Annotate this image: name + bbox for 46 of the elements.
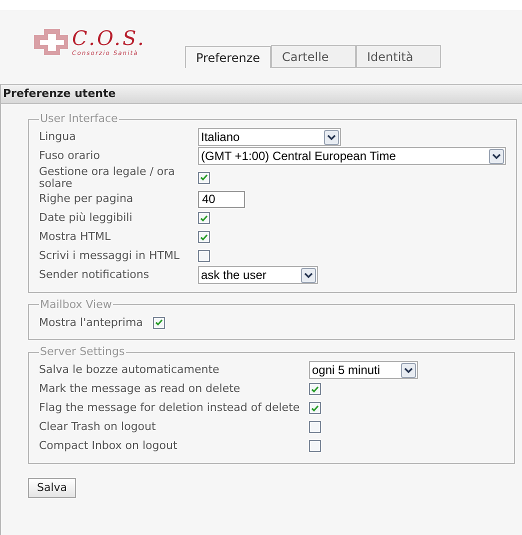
checkbox[interactable]: [152, 316, 165, 328]
dropdown-caret-icon: [324, 130, 339, 144]
checkbox[interactable]: [309, 421, 321, 433]
setting-label: Gestione ora legale / ora solare: [39, 166, 176, 190]
save-button[interactable]: Salva: [28, 478, 76, 498]
checkbox[interactable]: [309, 383, 321, 395]
setting-label: Mostra l'anteprima: [39, 316, 143, 328]
setting-label: Salva le bozze automaticamente: [39, 364, 220, 376]
tab[interactable]: Cartelle: [271, 45, 356, 67]
setting-label: Sender notifications: [39, 269, 150, 281]
dropdown-value: ask the user: [201, 267, 266, 284]
dropdown[interactable]: (GMT +1:00) Central European Time: [198, 147, 506, 165]
checkbox[interactable]: [198, 231, 210, 243]
setting-label: Righe per pagina: [39, 193, 134, 205]
logo-title: C.O.S.: [72, 26, 146, 48]
setting-label: Mostra HTML: [39, 231, 112, 243]
setting-label: Date più leggibili: [39, 212, 134, 224]
dropdown-caret-icon: [489, 148, 504, 164]
group-legend: Server Settings: [39, 344, 126, 360]
checkbox[interactable]: [198, 172, 210, 184]
setting-label: Mark the message as read on delete: [39, 383, 242, 395]
dropdown[interactable]: Italiano: [198, 128, 341, 146]
setting-label: Fuso orario: [39, 150, 101, 162]
setting-label: Flag the message for deletion instead of delete: [39, 402, 301, 414]
input-value: 40: [202, 191, 216, 208]
setting-label: Compact Inbox on logout: [39, 440, 178, 452]
checkbox[interactable]: [198, 212, 210, 224]
dropdown-caret-icon: [301, 268, 316, 282]
input-field[interactable]: 40: [198, 190, 245, 208]
dropdown[interactable]: ogni 5 minuti: [309, 361, 418, 379]
checkbox[interactable]: [309, 402, 321, 414]
panel-header: Preferenze utente: [1, 84, 522, 104]
checkbox[interactable]: [198, 250, 210, 262]
dropdown-value: (GMT +1:00) Central European Time: [201, 148, 396, 165]
setting-label: Scrivi i messaggi in HTML: [39, 250, 181, 262]
dropdown[interactable]: ask the user: [198, 266, 318, 284]
checkbox[interactable]: [309, 440, 321, 452]
dropdown-caret-icon: [401, 362, 416, 378]
dropdown-value: Italiano: [201, 129, 240, 146]
dropdown-value: ogni 5 minuti: [312, 362, 380, 379]
group-legend: User Interface: [39, 111, 119, 128]
group-legend: Mailbox View: [39, 296, 113, 313]
tab[interactable]: Identità: [356, 45, 441, 67]
setting-label: Lingua: [39, 131, 77, 143]
setting-label: Clear Trash on logout: [39, 421, 157, 433]
tab[interactable]: Preferenze: [185, 46, 271, 68]
